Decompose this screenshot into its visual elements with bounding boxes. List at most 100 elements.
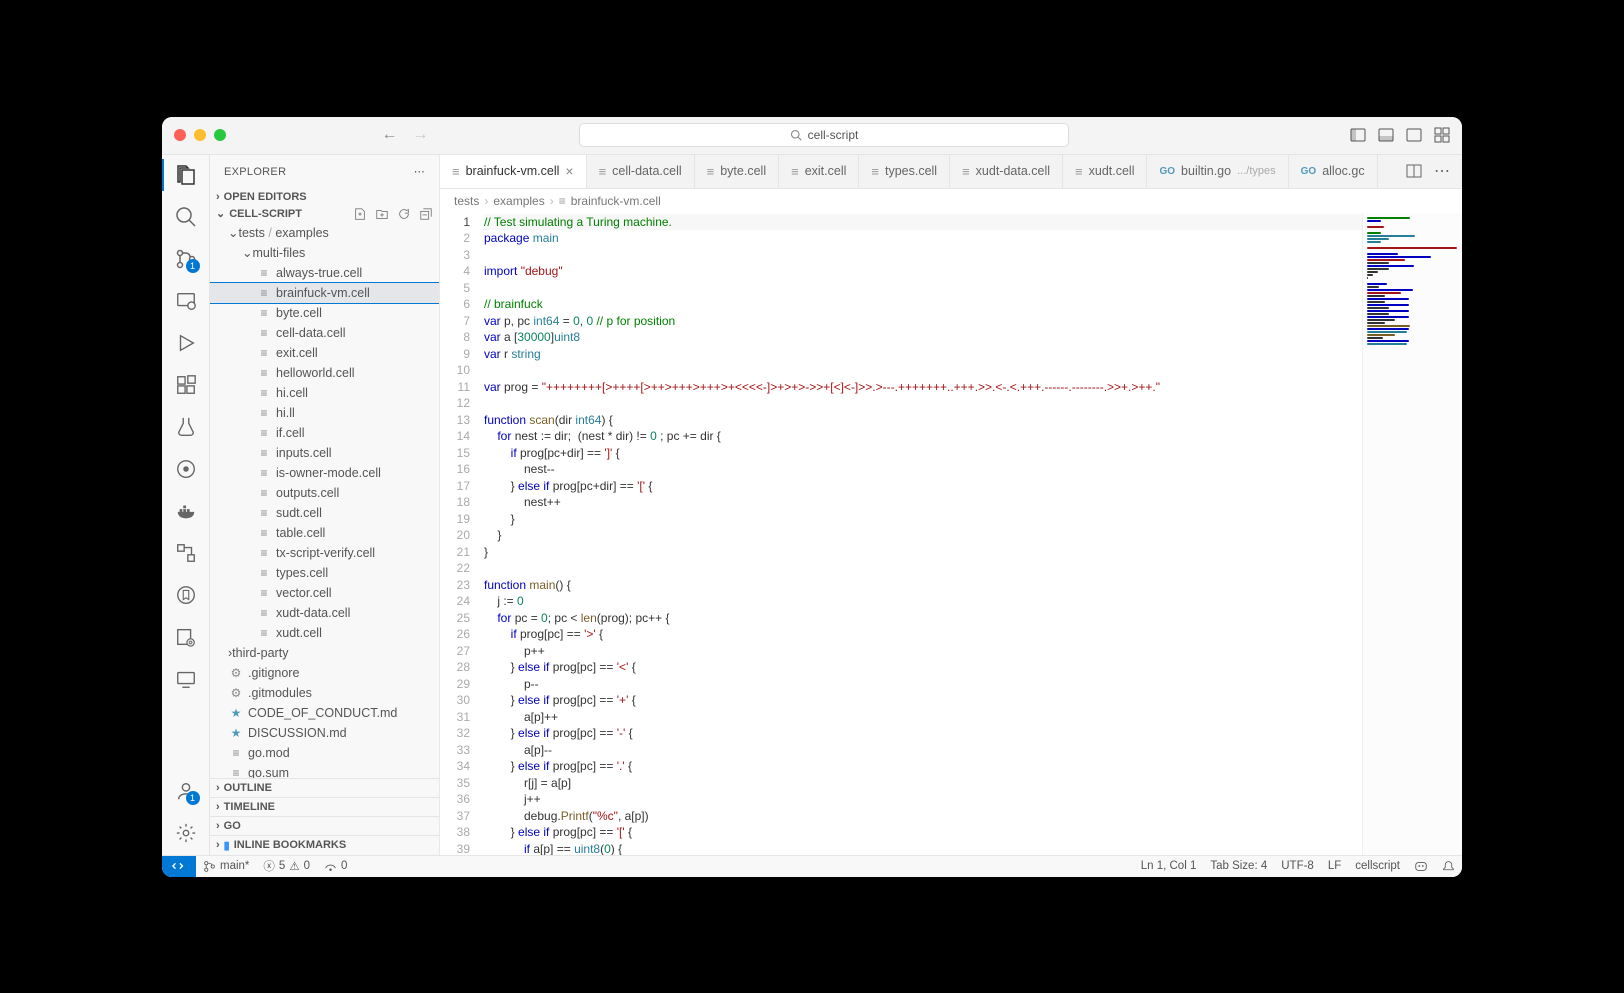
tree-file[interactable]: ≡brainfuck-vm.cell — [210, 283, 439, 303]
tree-file[interactable]: ≡is-owner-mode.cell — [210, 463, 439, 483]
close-window-button[interactable] — [174, 129, 186, 141]
tree-file[interactable]: ≡byte.cell — [210, 303, 439, 323]
explorer-activity-icon[interactable] — [174, 163, 198, 187]
tree-file[interactable]: ≡exit.cell — [210, 343, 439, 363]
problems-status[interactable]: ⓧ5⚠0 — [256, 858, 317, 874]
tree-file[interactable]: ≡hi.cell — [210, 383, 439, 403]
nav-back-button[interactable]: ← — [382, 126, 398, 144]
tree-file[interactable]: ≡if.cell — [210, 423, 439, 443]
maximize-window-button[interactable] — [214, 129, 226, 141]
docker-activity-icon[interactable] — [174, 499, 198, 523]
gitlens-activity-icon[interactable] — [174, 457, 198, 481]
source-control-activity-icon[interactable]: 1 — [174, 247, 198, 271]
ports-status[interactable]: 0 — [317, 860, 354, 873]
close-tab-icon[interactable]: × — [565, 163, 573, 179]
encoding[interactable]: UTF-8 — [1274, 859, 1321, 873]
bookmarks-section[interactable]: ›▮INLINE BOOKMARKS — [210, 835, 439, 855]
editor-tab[interactable]: ≡types.cell — [859, 155, 950, 188]
tree-file[interactable]: ≡inputs.cell — [210, 443, 439, 463]
tree-file[interactable]: ≡always-true.cell — [210, 263, 439, 283]
more-tab-actions-icon[interactable]: ⋯ — [1434, 161, 1450, 181]
tree-folder[interactable]: ⌄tests / examples — [210, 223, 439, 243]
tree-file[interactable]: ≡go.sum — [210, 763, 439, 778]
titlebar: ← → cell-script — [162, 117, 1462, 155]
editor-tab[interactable]: ≡xudt.cell — [1063, 155, 1147, 188]
sidebar: EXPLORER ⋯ ›OPEN EDITORS ⌄CELL-SCRIPT ⌄t… — [210, 155, 440, 855]
editor-tab[interactable]: ≡byte.cell — [695, 155, 779, 188]
layout-sidebar-left-icon[interactable] — [1350, 127, 1366, 143]
remote-explorer-activity-icon[interactable] — [174, 289, 198, 313]
tree-file[interactable]: ≡xudt.cell — [210, 623, 439, 643]
editor-tab[interactable]: ≡brainfuck-vm.cell× — [440, 155, 587, 188]
new-file-icon[interactable] — [353, 207, 367, 221]
nav-forward-button[interactable]: → — [413, 126, 429, 144]
tree-file[interactable]: ≡outputs.cell — [210, 483, 439, 503]
accounts-activity-icon[interactable]: 1 — [174, 779, 198, 803]
tabs-bar: ≡brainfuck-vm.cell×≡cell-data.cell≡byte.… — [440, 155, 1462, 189]
tree-file[interactable]: ≡hi.ll — [210, 403, 439, 423]
tree-folder[interactable]: ⌄multi-files — [210, 243, 439, 263]
live-share-activity-icon[interactable] — [174, 667, 198, 691]
tree-file[interactable]: ≡sudt.cell — [210, 503, 439, 523]
editor-tab[interactable]: GOalloc.gc — [1289, 155, 1378, 188]
refresh-icon[interactable] — [397, 207, 411, 221]
go-section[interactable]: ›GO — [210, 816, 439, 835]
file-tree: ⌄tests / examples ⌄multi-files ≡always-t… — [210, 223, 439, 778]
copilot-status-icon[interactable] — [1407, 859, 1435, 873]
tree-file[interactable]: ⚙.gitmodules — [210, 683, 439, 703]
tree-file[interactable]: ≡tx-script-verify.cell — [210, 543, 439, 563]
tree-file[interactable]: ≡go.mod — [210, 743, 439, 763]
cursor-position[interactable]: Ln 1, Col 1 — [1134, 859, 1204, 873]
branch-status[interactable]: main* — [196, 860, 256, 873]
test-activity-icon[interactable] — [174, 415, 198, 439]
editor-tab[interactable]: GObuiltin.go.../types — [1147, 155, 1288, 188]
settings-ext-activity-icon[interactable] — [174, 625, 198, 649]
layout-sidebar-right-icon[interactable] — [1406, 127, 1422, 143]
app-window: ← → cell-script 1 — [162, 117, 1462, 877]
minimize-window-button[interactable] — [194, 129, 206, 141]
minimap[interactable] — [1362, 213, 1462, 855]
tree-file[interactable]: ≡table.cell — [210, 523, 439, 543]
collapse-all-icon[interactable] — [419, 207, 433, 221]
sidebar-more-icon[interactable]: ⋯ — [414, 165, 425, 178]
activity-bar: 1 1 — [162, 155, 210, 855]
breadcrumb[interactable]: tests› examples› ≡brainfuck-vm.cell — [440, 189, 1462, 213]
tree-file[interactable]: ≡vector.cell — [210, 583, 439, 603]
project-section[interactable]: ⌄CELL-SCRIPT — [210, 205, 439, 223]
extensions-activity-icon[interactable] — [174, 373, 198, 397]
run-debug-activity-icon[interactable] — [174, 331, 198, 355]
tree-file[interactable]: ≡types.cell — [210, 563, 439, 583]
editor-tab[interactable]: ≡cell-data.cell — [587, 155, 695, 188]
split-editor-icon[interactable] — [1406, 163, 1422, 179]
language-mode[interactable]: cellscript — [1348, 859, 1407, 873]
sidebar-title: EXPLORER — [224, 166, 286, 178]
editor-tab[interactable]: ≡xudt-data.cell — [950, 155, 1063, 188]
search-text: cell-script — [808, 128, 859, 142]
open-editors-section[interactable]: ›OPEN EDITORS — [210, 189, 439, 205]
notifications-icon[interactable] — [1435, 859, 1462, 873]
remote-indicator[interactable] — [162, 856, 196, 877]
timeline-section[interactable]: ›TIMELINE — [210, 797, 439, 816]
search-icon — [790, 129, 802, 141]
search-activity-icon[interactable] — [174, 205, 198, 229]
tree-file[interactable]: ★CODE_OF_CONDUCT.md — [210, 703, 439, 723]
customize-layout-icon[interactable] — [1434, 127, 1450, 143]
bookmarks-activity-icon[interactable] — [174, 583, 198, 607]
settings-activity-icon[interactable] — [174, 821, 198, 845]
tab-size[interactable]: Tab Size: 4 — [1203, 859, 1274, 873]
tree-folder[interactable]: ›third-party — [210, 643, 439, 663]
statusbar: main* ⓧ5⚠0 0 Ln 1, Col 1 Tab Size: 4 UTF… — [162, 855, 1462, 877]
references-activity-icon[interactable] — [174, 541, 198, 565]
editor-tab[interactable]: ≡exit.cell — [779, 155, 859, 188]
command-search-input[interactable]: cell-script — [579, 123, 1069, 147]
tree-file[interactable]: ★DISCUSSION.md — [210, 723, 439, 743]
layout-panel-icon[interactable] — [1378, 127, 1394, 143]
tree-file[interactable]: ≡xudt-data.cell — [210, 603, 439, 623]
tree-file[interactable]: ≡helloworld.cell — [210, 363, 439, 383]
tree-file[interactable]: ⚙.gitignore — [210, 663, 439, 683]
outline-section[interactable]: ›OUTLINE — [210, 778, 439, 797]
new-folder-icon[interactable] — [375, 207, 389, 221]
code-editor[interactable]: // Test simulating a Turing machine.pack… — [484, 213, 1462, 855]
eol[interactable]: LF — [1321, 859, 1348, 873]
tree-file[interactable]: ≡cell-data.cell — [210, 323, 439, 343]
